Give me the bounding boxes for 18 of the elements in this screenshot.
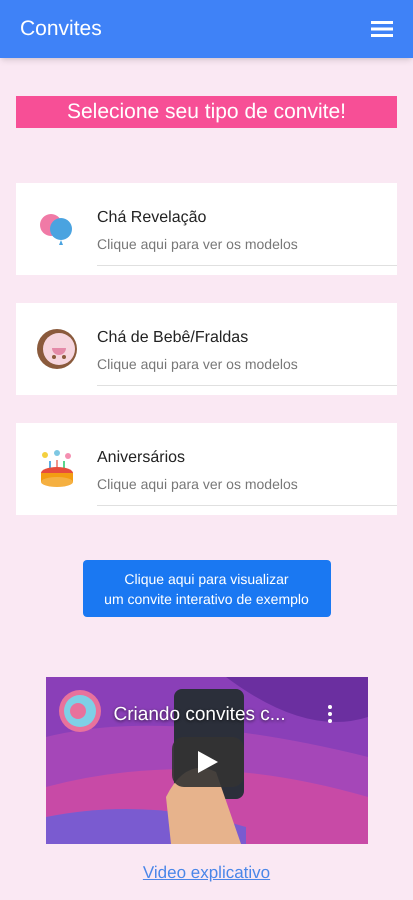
- app-title: Convites: [20, 16, 102, 42]
- play-icon: [198, 751, 218, 773]
- menu-icon[interactable]: [371, 21, 393, 37]
- banner: Selecione seu tipo de convite!: [16, 96, 397, 128]
- category-title: Chá de Bebê/Fraldas: [97, 328, 250, 348]
- category-card[interactable]: Aniversários Clique aqui para ver os modelos: [16, 423, 397, 515]
- play-button[interactable]: [172, 737, 244, 787]
- category-subtitle: Clique aqui para ver os modelos: [97, 235, 299, 254]
- baby-carriage-icon: [36, 328, 78, 370]
- more-options-icon[interactable]: [328, 704, 332, 724]
- category-card[interactable]: Chá de Bebê/Fraldas Clique aqui para ver os modelos: [16, 303, 397, 395]
- category-title: Chá Revelação: [97, 208, 208, 228]
- category-card[interactable]: Chá Revelação Clique aqui para ver os modelos: [16, 183, 397, 275]
- category-title: Aniversários: [97, 448, 186, 468]
- example-invite-button[interactable]: Clique aqui para visualizar um convite interativo de exemplo: [82, 560, 330, 617]
- category-subtitle: Clique aqui para ver os modelos: [97, 355, 299, 374]
- channel-avatar-icon: [58, 689, 102, 733]
- category-subtitle: Clique aqui para ver os modelos: [97, 475, 299, 494]
